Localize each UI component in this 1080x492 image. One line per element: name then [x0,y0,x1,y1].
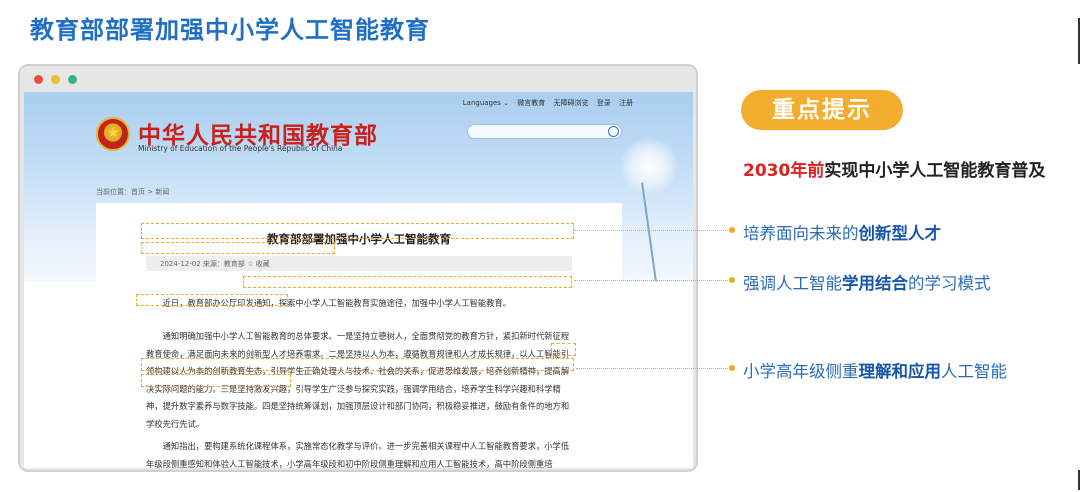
highlight-p1-tail [136,294,288,306]
key-point-3-pre: 小学高年级侧重 [743,362,859,381]
minimize-window-button[interactable] [51,75,60,84]
login-link[interactable]: 登录 [597,99,611,107]
key-point-3-bold: 理解和应用 [858,362,942,381]
browser-titlebar [20,66,696,92]
highlight-title [141,223,574,239]
article-meta: 2024-12-02 来源：教育部 ☆ 收藏 [160,260,270,268]
leader-dot-1 [729,227,735,233]
key-point-3-post: 人工智能 [941,362,1007,381]
key-point-1: 培养面向未来的创新型人才 [743,220,941,244]
highlight-p1 [243,276,572,288]
close-window-button[interactable] [34,75,43,84]
key-point-2-post: 的学习模式 [908,274,991,293]
headline: 2030年前实现中小学人工智能教育普及 [743,156,1045,181]
leader-dot-3 [729,365,735,371]
key-point-3: 小学高年级侧重理解和应用人工智能 [743,358,1007,382]
headline-rest: 实现中小学人工智能教育普及 [824,161,1046,181]
maximize-window-button[interactable] [68,75,77,84]
languages-link[interactable]: Languages ⌄ [463,99,509,107]
national-emblem-icon: ★ [96,117,130,151]
register-link[interactable]: 注册 [619,99,633,107]
article-paragraph-3: 通知指出，要构建系统化课程体系，实施常态化教学与评价。进一步完善相关课程中人工智… [146,441,570,468]
leader-dot-2 [729,277,735,283]
key-points-badge: 重点提示 [741,90,903,130]
browser-window: Languages ⌄ 微言教育 无障碍浏览 登录 注册 ★ 中华人民共和国教育… [18,64,698,472]
slide-title: 教育部部署加强中小学人工智能教育 [30,16,430,44]
breadcrumb: 当前位置：首页 > 新闻 [96,188,170,196]
key-point-1-pre: 培养面向未来的 [743,224,859,243]
highlight-p2-c [141,374,291,387]
top-links: Languages ⌄ 微言教育 无障碍浏览 登录 注册 [457,98,633,108]
key-point-2-bold: 学用结合 [842,274,908,293]
leader-line-3 [576,368,732,369]
weiyan-link[interactable]: 微言教育 [517,99,545,107]
key-point-1-bold: 创新型人才 [858,224,942,243]
leader-line-2 [574,280,732,281]
headline-red: 2030年前 [743,161,825,181]
highlight-p2-b [141,358,574,371]
highlight-date [141,242,335,254]
site-search-input[interactable] [467,124,622,139]
search-icon[interactable] [608,126,619,137]
leader-line-1 [574,230,732,231]
site-name-en: Ministry of Education of the People's Re… [138,144,343,153]
accessibility-link[interactable]: 无障碍浏览 [554,99,589,107]
article-meta-bar: 2024-12-02 来源：教育部 ☆ 收藏 [146,256,572,271]
dandelion-stem-decoration [641,182,657,282]
key-point-2: 强调人工智能学用结合的学习模式 [743,270,991,294]
key-point-2-pre: 强调人工智能 [743,274,842,293]
highlight-p2-a [551,343,576,356]
dandelion-decoration-icon [619,136,679,196]
